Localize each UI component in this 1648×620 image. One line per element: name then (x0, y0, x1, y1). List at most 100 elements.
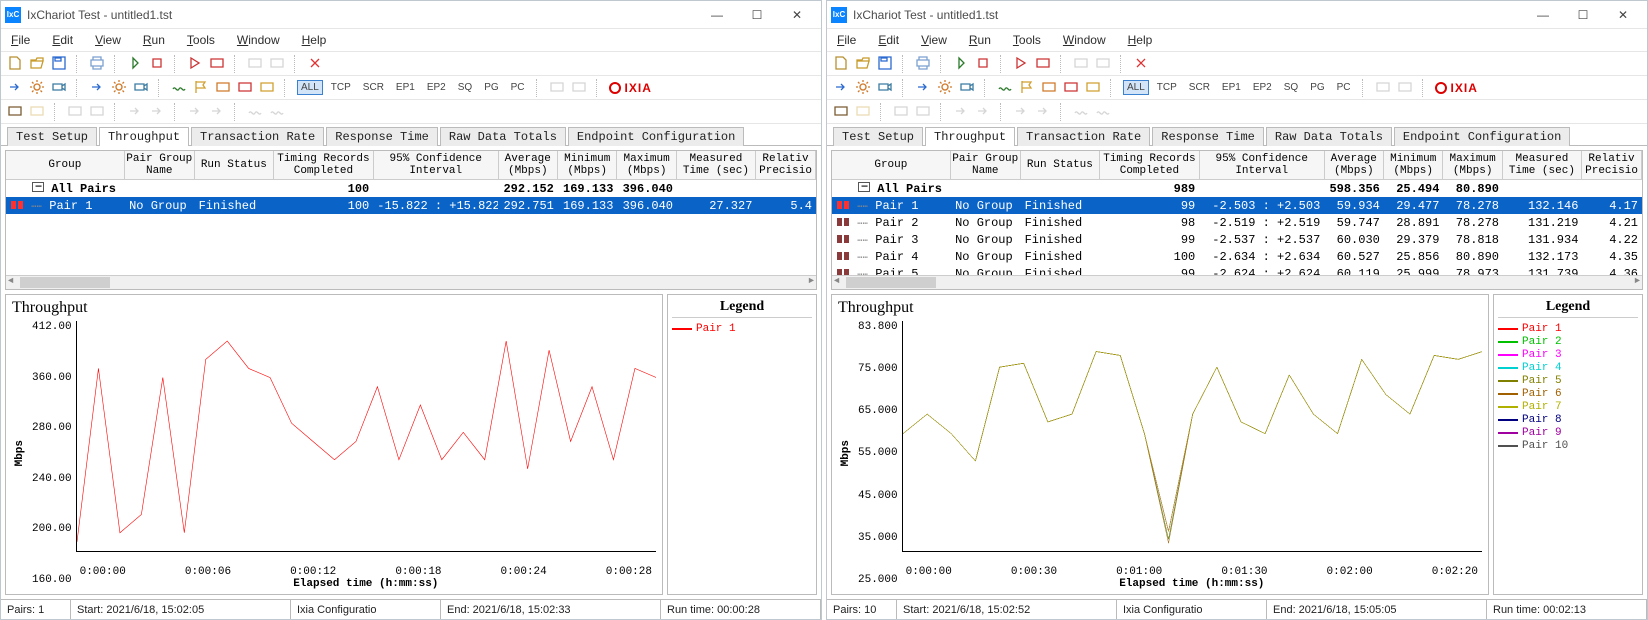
filter-pc[interactable]: PC (1333, 80, 1355, 95)
paste-icon[interactable] (269, 55, 287, 73)
menu-run[interactable]: Run (141, 31, 167, 49)
tab-endpoint-configuration[interactable]: Endpoint Configuration (1394, 127, 1570, 146)
g4-icon[interactable] (89, 103, 107, 121)
legend-item[interactable]: Pair 7 (1498, 400, 1638, 413)
close-button[interactable]: ✕ (1603, 3, 1643, 27)
open-icon[interactable] (29, 55, 47, 73)
close-button[interactable]: ✕ (777, 3, 817, 27)
col-header[interactable]: Maximum(Mbps) (617, 151, 676, 179)
collapse-icon[interactable] (32, 182, 44, 192)
col-header[interactable]: Average(Mbps) (499, 151, 558, 179)
copy-icon[interactable] (1073, 55, 1091, 73)
menu-run[interactable]: Run (967, 31, 993, 49)
menu-view[interactable]: View (919, 31, 949, 49)
minimize-button[interactable]: — (1523, 3, 1563, 27)
extra2-icon[interactable] (571, 79, 589, 97)
filter-ep1[interactable]: EP1 (1218, 80, 1245, 95)
g8-icon[interactable] (209, 103, 227, 121)
flag-icon[interactable] (193, 79, 211, 97)
settings-icon[interactable] (855, 79, 873, 97)
collapse-icon[interactable] (858, 182, 870, 192)
run-icon[interactable] (953, 55, 971, 73)
table-row[interactable]: ⋯⋯ Pair 1 No Group Finished 99 -2.503 : … (832, 197, 1642, 214)
legend-item[interactable]: Pair 4 (1498, 361, 1638, 374)
tab-response-time[interactable]: Response Time (1152, 127, 1264, 146)
legend-item[interactable]: Pair 2 (1498, 335, 1638, 348)
g9-icon[interactable] (1073, 103, 1091, 121)
extra2-icon[interactable] (1397, 79, 1415, 97)
edit-icon[interactable] (997, 79, 1015, 97)
filter-tcp[interactable]: TCP (327, 80, 355, 95)
g5-icon[interactable] (953, 103, 971, 121)
marker-icon[interactable] (237, 79, 255, 97)
horizontal-scrollbar[interactable] (832, 275, 1642, 289)
col-header[interactable]: Group (832, 151, 951, 179)
filter-ep2[interactable]: EP2 (423, 80, 450, 95)
col-header[interactable]: Run Status (195, 151, 274, 179)
minimize-button[interactable]: — (697, 3, 737, 27)
nav1-icon[interactable] (833, 79, 851, 97)
col-header[interactable]: MeasuredTime (sec) (1503, 151, 1582, 179)
menu-help[interactable]: Help (300, 31, 329, 49)
settings-icon[interactable] (29, 79, 47, 97)
g3-icon[interactable] (67, 103, 85, 121)
box-icon[interactable] (215, 79, 233, 97)
col-header[interactable]: Average(Mbps) (1325, 151, 1384, 179)
endpoint-icon[interactable] (111, 79, 129, 97)
table-row-allpairs[interactable]: All Pairs 989 598.356 25.494 80.890 (832, 180, 1642, 197)
filter-scr[interactable]: SCR (1185, 80, 1214, 95)
col-header[interactable]: 95% ConfidenceInterval (374, 151, 499, 179)
monitor-icon[interactable] (51, 79, 69, 97)
filter-tcp[interactable]: TCP (1153, 80, 1181, 95)
menu-edit[interactable]: Edit (50, 31, 75, 49)
stop-icon[interactable] (975, 55, 993, 73)
open-icon[interactable] (855, 55, 873, 73)
col-header[interactable]: Maximum(Mbps) (1443, 151, 1502, 179)
new-icon[interactable] (7, 55, 25, 73)
legend-item[interactable]: Pair 9 (1498, 426, 1638, 439)
menu-window[interactable]: Window (1061, 31, 1108, 49)
save-icon[interactable] (877, 55, 895, 73)
col-header[interactable]: RelativPrecisio (1582, 151, 1642, 179)
g5-icon[interactable] (127, 103, 145, 121)
maximize-button[interactable]: ☐ (1563, 3, 1603, 27)
link-icon[interactable] (915, 79, 933, 97)
col-header[interactable]: 95% ConfidenceInterval (1200, 151, 1325, 179)
legend-item[interactable]: Pair 1 (1498, 322, 1638, 335)
maximize-button[interactable]: ☐ (737, 3, 777, 27)
pair-icon[interactable] (133, 79, 151, 97)
tab-test-setup[interactable]: Test Setup (7, 127, 97, 146)
menu-help[interactable]: Help (1126, 31, 1155, 49)
menu-tools[interactable]: Tools (185, 31, 217, 49)
new-icon[interactable] (833, 55, 851, 73)
g1-icon[interactable] (7, 103, 25, 121)
g10-icon[interactable] (269, 103, 287, 121)
g7-icon[interactable] (1013, 103, 1031, 121)
legend-item[interactable]: Pair 10 (1498, 439, 1638, 452)
menu-file[interactable]: File (9, 31, 32, 49)
g6-icon[interactable] (975, 103, 993, 121)
tab-response-time[interactable]: Response Time (326, 127, 438, 146)
filter-ep1[interactable]: EP1 (392, 80, 419, 95)
g9-icon[interactable] (247, 103, 265, 121)
pair-icon[interactable] (959, 79, 977, 97)
table-row[interactable]: ⋯⋯ Pair 1 No Group Finished 100 -15.822 … (6, 197, 816, 214)
legend-item[interactable]: Pair 6 (1498, 387, 1638, 400)
tab-throughput[interactable]: Throughput (925, 127, 1015, 146)
clear-icon[interactable] (307, 55, 325, 73)
col-header[interactable]: Timing RecordsCompleted (1100, 151, 1200, 179)
filter-pg[interactable]: PG (480, 80, 502, 95)
g10-icon[interactable] (1095, 103, 1113, 121)
menu-window[interactable]: Window (235, 31, 282, 49)
menu-file[interactable]: File (835, 31, 858, 49)
col-header[interactable]: Timing RecordsCompleted (274, 151, 374, 179)
legend-item[interactable]: Pair 3 (1498, 348, 1638, 361)
filter-all[interactable]: ALL (297, 80, 323, 95)
col-header[interactable]: MeasuredTime (sec) (677, 151, 756, 179)
col-header[interactable]: Pair GroupName (951, 151, 1021, 179)
extra1-icon[interactable] (549, 79, 567, 97)
filter-sq[interactable]: SQ (454, 80, 476, 95)
stop-icon[interactable] (149, 55, 167, 73)
col-header[interactable]: Run Status (1021, 151, 1100, 179)
tab-raw-data-totals[interactable]: Raw Data Totals (440, 127, 566, 146)
